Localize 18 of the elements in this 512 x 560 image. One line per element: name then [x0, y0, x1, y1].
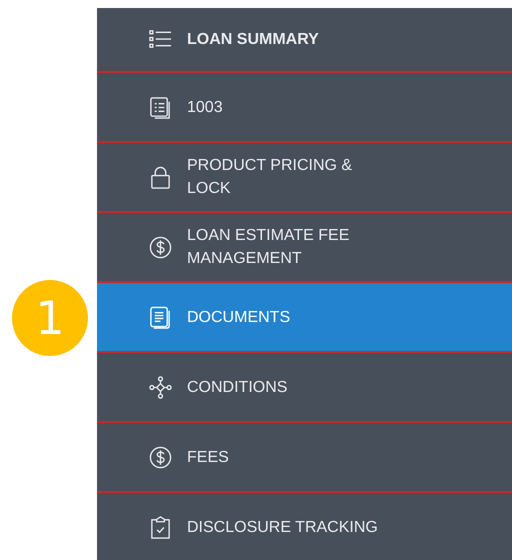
- item-label: DOCUMENTS: [187, 308, 290, 328]
- item-label: LOAN ESTIMATE FEE MANAGEMENT: [187, 226, 350, 269]
- dollar-icon: [149, 236, 172, 258]
- item-label: 1003: [187, 98, 223, 118]
- lock-icon: [149, 166, 172, 188]
- item-label: PRODUCT PRICING & LOCK: [187, 156, 354, 199]
- document-icon: [149, 306, 172, 328]
- sidebar-item[interactable]: DOCUMENTS: [97, 283, 512, 353]
- step-badge: 1: [12, 280, 88, 356]
- item-label: CONDITIONS: [187, 378, 288, 398]
- dollar-icon: [149, 446, 172, 468]
- list-icon: [149, 28, 172, 51]
- form-icon: [149, 96, 172, 118]
- item-label: LOAN SUMMARY: [187, 30, 319, 50]
- item-label: FEES: [187, 448, 229, 468]
- item-label: DISCLOSURE TRACKING: [187, 518, 378, 538]
- network-icon: [149, 376, 172, 398]
- clipboard-icon: [149, 516, 172, 538]
